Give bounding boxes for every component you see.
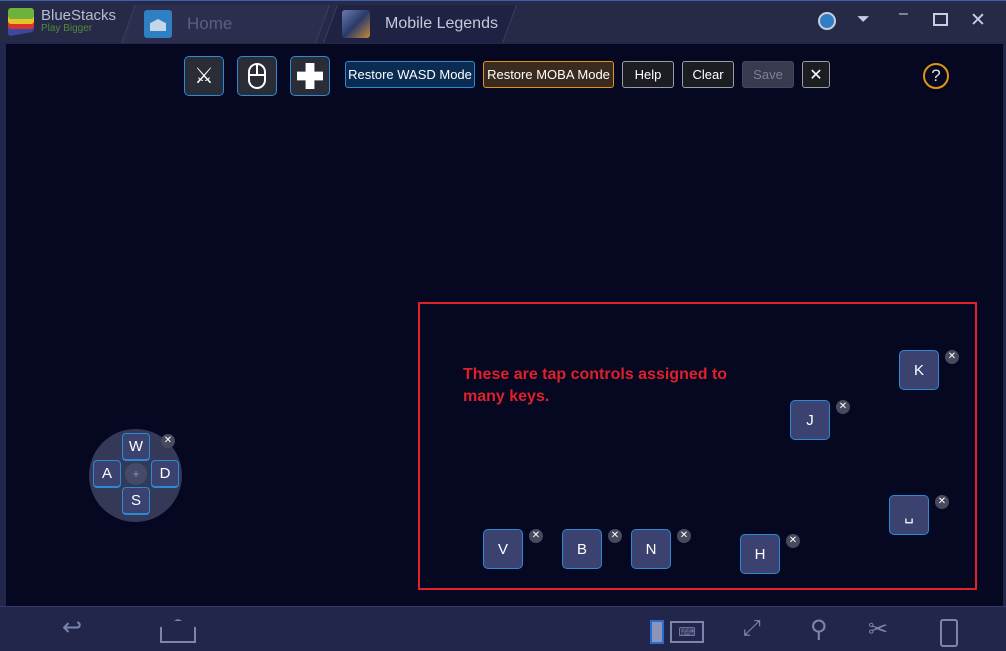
annotation-text: These are tap controls assigned to many … [463, 366, 728, 405]
clear-button[interactable]: Clear [682, 61, 734, 88]
swords-tool-button[interactable]: ⚔ [184, 56, 224, 96]
maximize-icon[interactable] [933, 13, 948, 26]
mouse-tool-button[interactable] [237, 56, 277, 96]
fullscreen-icon[interactable]: ⤢ [743, 615, 761, 641]
restore-wasd-button[interactable]: Restore WASD Mode [345, 61, 475, 88]
remove-key-icon[interactable]: ✕ [786, 534, 800, 548]
tap-key-k[interactable]: K [899, 350, 939, 390]
dpad-tool-button[interactable] [290, 56, 330, 96]
tab-label: Home [187, 14, 233, 33]
dpad-center-icon: + [125, 463, 147, 485]
help-icon[interactable]: ? [923, 63, 949, 89]
bluestacks-logo [6, 8, 36, 37]
tap-key-h[interactable]: H [740, 534, 780, 574]
remove-key-icon[interactable]: ✕ [836, 400, 850, 414]
tap-key-b[interactable]: B [562, 529, 602, 569]
dpad-key-left[interactable]: A [93, 460, 121, 488]
dpad-icon [297, 63, 323, 89]
account-icon[interactable] [818, 12, 836, 30]
scissors-icon[interactable]: ✂ [868, 615, 888, 644]
remove-key-icon[interactable]: ✕ [677, 529, 691, 543]
dpad-key-down[interactable]: S [122, 487, 150, 515]
tap-key-v[interactable]: V [483, 529, 523, 569]
location-icon[interactable]: ⚲ [810, 615, 828, 644]
tab-mobile-legends[interactable]: Mobile Legends [342, 5, 498, 43]
help-button[interactable]: Help [622, 61, 674, 88]
back-icon[interactable]: ↩ [62, 613, 82, 642]
title-bar: BlueStacks Play Bigger Home Mobile Legend… [0, 0, 1006, 43]
close-editor-button[interactable]: ✕ [802, 61, 830, 88]
tab-home[interactable]: Home [144, 5, 232, 43]
mouse-icon [248, 63, 266, 89]
remove-dpad-icon[interactable]: ✕ [161, 434, 175, 448]
save-button[interactable]: Save [742, 61, 794, 88]
tab-label: Mobile Legends [385, 15, 498, 32]
keyboard-icon[interactable]: ⌨ [670, 621, 704, 643]
dpad-key-right[interactable]: D [151, 460, 179, 488]
remove-key-icon[interactable]: ✕ [608, 529, 622, 543]
tap-key-space[interactable]: ␣ [889, 495, 929, 535]
bottom-bar: ↩ ⌨ ⤢ ⚲ ✂ [0, 606, 1006, 651]
crossed-swords-icon: ⚔ [194, 63, 214, 88]
remove-key-icon[interactable]: ✕ [945, 350, 959, 364]
keymapping-toggle-icon[interactable] [650, 620, 664, 644]
close-window-icon[interactable]: ✕ [970, 9, 986, 32]
menu-icon[interactable]: ⏷ [857, 11, 870, 29]
home-nav-icon[interactable] [160, 619, 196, 643]
remove-key-icon[interactable]: ✕ [935, 495, 949, 509]
home-icon [144, 10, 172, 38]
tap-key-j[interactable]: J [790, 400, 830, 440]
remove-key-icon[interactable]: ✕ [529, 529, 543, 543]
tap-key-n[interactable]: N [631, 529, 671, 569]
restore-moba-button[interactable]: Restore MOBA Mode [483, 61, 614, 88]
dpad-key-up[interactable]: W [122, 433, 150, 461]
brand: BlueStacks Play Bigger [41, 7, 117, 34]
shake-phone-icon[interactable] [940, 619, 958, 647]
mobile-legends-icon [342, 10, 370, 38]
minimize-icon[interactable]: – [899, 5, 908, 23]
